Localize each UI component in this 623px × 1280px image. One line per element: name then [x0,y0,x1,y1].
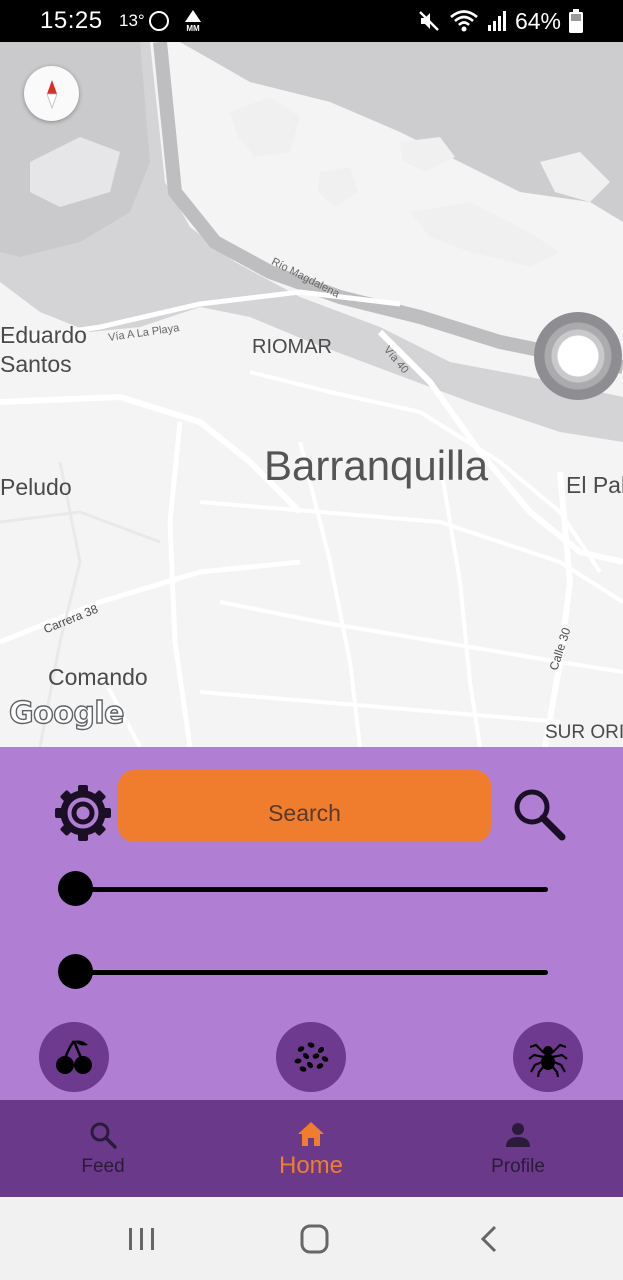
recent-apps-icon [129,1228,154,1250]
bottom-navigation: Feed Home Profile [0,1100,623,1197]
map-label-sur-ori: SUR ORI [545,722,623,743]
search-button[interactable]: Search [118,770,491,842]
nav-tab-feed-label: Feed [81,1156,125,1177]
mountain-icon: MM [185,10,201,33]
slider-1-thumb[interactable] [58,871,93,906]
nav-tab-home-label: Home [278,1152,344,1179]
signal-icon [487,11,506,31]
map-label-comando: Comando [48,664,148,690]
map-label-eduardo-santos: Eduardo Santos [0,322,87,377]
map-view[interactable]: Eduardo Santos RIOMAR Barranquilla Pelud… [0,42,623,747]
mute-icon [419,11,439,31]
status-temperature: 13° [119,11,145,30]
wifi-icon [450,10,478,32]
slider-2-thumb[interactable] [58,954,93,989]
category-seeds-button[interactable] [276,1022,346,1092]
map-label-el-pal: El Pal [566,472,623,498]
home-system-button[interactable] [294,1223,334,1255]
search-icon [514,789,566,841]
notification-circle-icon [149,11,169,31]
slider-2[interactable] [58,954,548,990]
status-right-group: 64% [417,6,583,36]
compass-icon [45,79,58,109]
person-icon [506,1123,530,1147]
nav-tab-home[interactable]: Home [241,1100,381,1197]
home-icon [298,1122,324,1146]
google-logo: Google [8,695,125,731]
compass-button[interactable] [24,66,79,121]
recent-apps-button[interactable] [122,1223,162,1255]
status-bar: 15:25 13° MM 64% [0,0,623,42]
nav-tab-feed[interactable]: Feed [33,1100,173,1197]
back-chevron-icon [480,1225,497,1253]
map-label-riomar: RIOMAR [252,336,332,358]
slider-1-track[interactable] [74,887,548,892]
spider-icon [528,1043,568,1078]
back-button[interactable] [470,1223,510,1255]
search-submit-button[interactable] [510,785,570,845]
control-panel: Search [0,747,623,1100]
search-icon [90,1122,117,1149]
category-pest-button[interactable] [513,1022,583,1092]
slider-2-track[interactable] [74,970,548,975]
map-label-peludo: Peludo [0,474,72,500]
home-circle-icon [300,1224,329,1254]
map-canvas [0,42,623,747]
gear-icon [55,785,111,841]
slider-1[interactable] [58,871,548,907]
current-location-marker[interactable] [534,312,622,400]
settings-button[interactable] [53,783,113,843]
system-navigation-bar [0,1197,623,1280]
battery-percent: 64% [514,7,561,34]
map-label-barranquilla: Barranquilla [264,442,489,489]
battery-icon [569,9,583,33]
status-time: 15:25 [40,7,103,34]
seeds-icon [294,1042,329,1072]
svg-text:MM: MM [186,24,200,33]
nav-tab-profile[interactable]: Profile [448,1100,588,1197]
category-fruit-button[interactable] [39,1022,109,1092]
nav-tab-profile-label: Profile [491,1156,545,1177]
cherry-icon [56,1040,92,1074]
